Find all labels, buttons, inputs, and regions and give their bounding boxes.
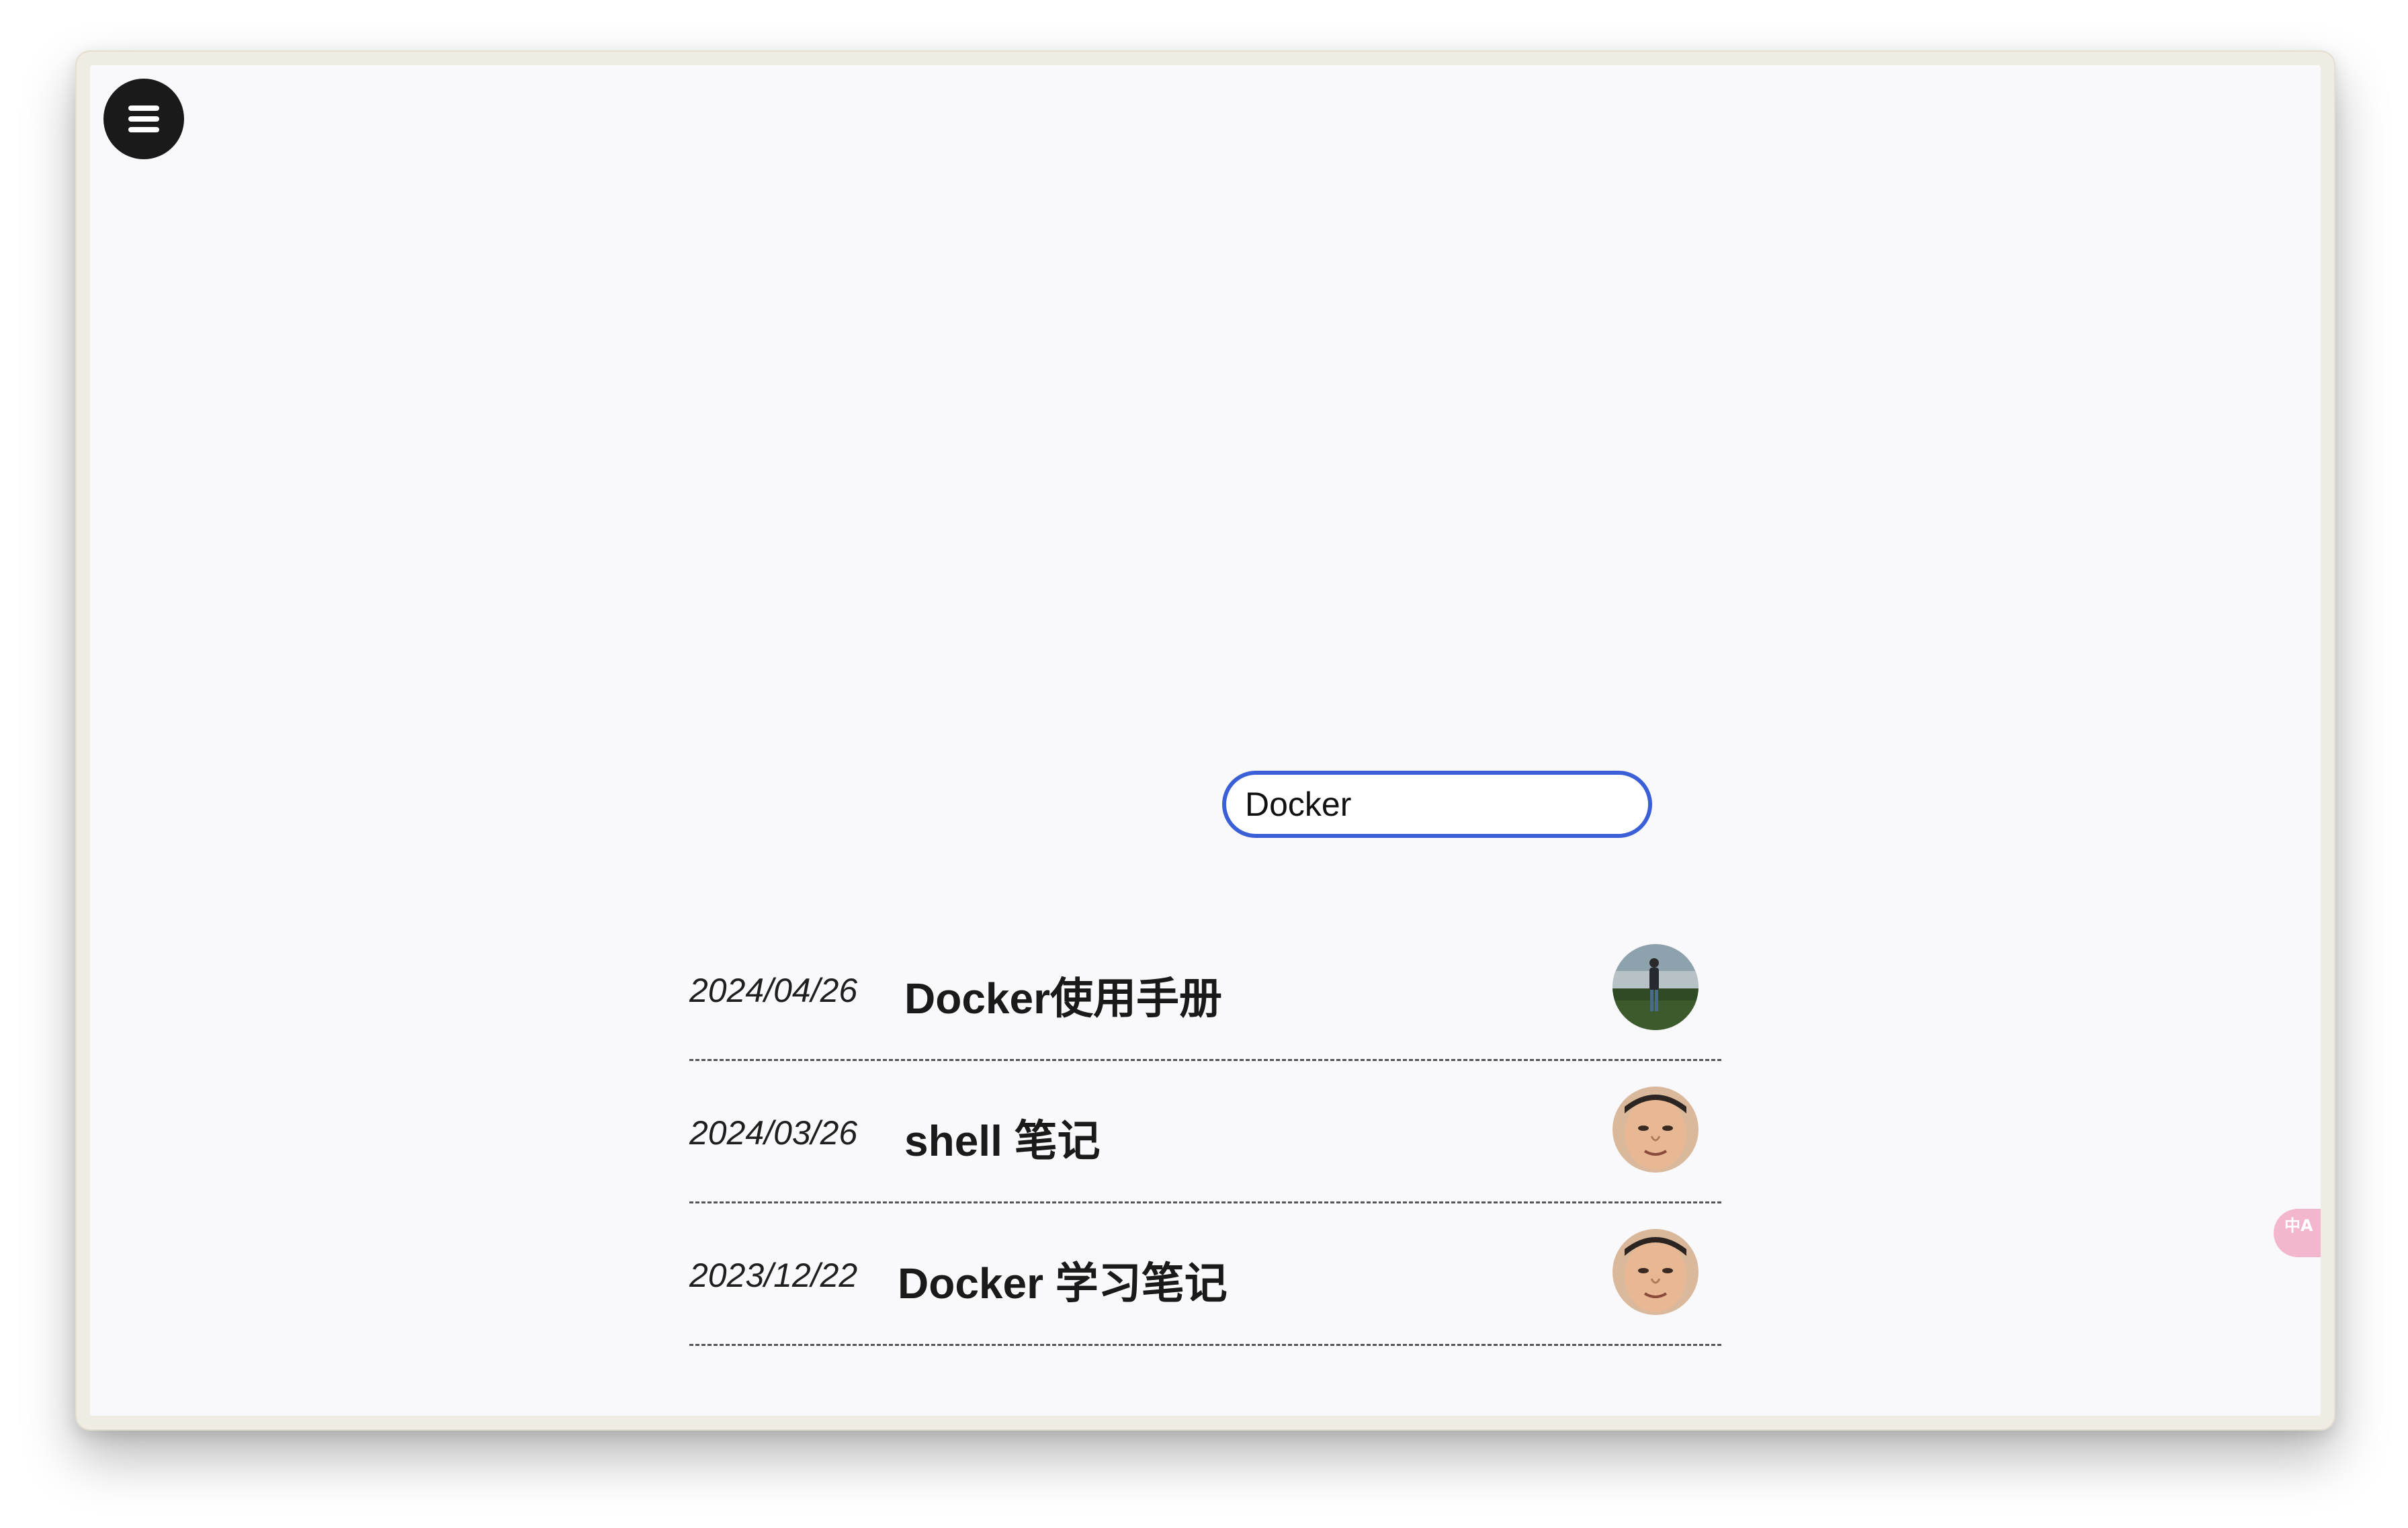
post-list: 2024/04/26 Docker使用手册 2024/03/26 shell 笔… bbox=[689, 919, 1721, 1346]
search-input[interactable] bbox=[1222, 771, 1652, 838]
hamburger-menu-icon-bar bbox=[128, 116, 159, 122]
author-avatar[interactable] bbox=[1612, 944, 1698, 1030]
author-avatar[interactable] bbox=[1612, 1229, 1698, 1315]
post-row: 2024/04/26 Docker使用手册 bbox=[689, 919, 1721, 1061]
translate-icon: 中A bbox=[2284, 1216, 2313, 1235]
hamburger-menu-icon-bar bbox=[128, 127, 159, 132]
post-row: 2023/12/22 Docker 学习笔记 bbox=[689, 1203, 1721, 1346]
post-title-link[interactable]: Docker使用手册 bbox=[904, 964, 1222, 1026]
hamburger-menu-icon bbox=[128, 105, 159, 111]
hamburger-menu-button[interactable] bbox=[103, 79, 184, 159]
post-date: 2024/04/26 bbox=[689, 972, 858, 1009]
post-title-link[interactable]: Docker 学习笔记 bbox=[898, 1249, 1228, 1311]
browser-window: 2024/04/26 Docker使用手册 202 bbox=[75, 50, 2335, 1431]
post-date: 2024/03/26 bbox=[689, 1114, 858, 1152]
post-title-link[interactable]: shell 笔记 bbox=[904, 1107, 1101, 1169]
post-row: 2024/03/26 shell 笔记 bbox=[689, 1061, 1721, 1203]
translate-button[interactable]: 中A bbox=[2274, 1209, 2321, 1257]
post-date: 2023/12/22 bbox=[689, 1257, 858, 1294]
author-avatar[interactable] bbox=[1612, 1087, 1698, 1173]
page: 2024/04/26 Docker使用手册 202 bbox=[90, 65, 2321, 1416]
